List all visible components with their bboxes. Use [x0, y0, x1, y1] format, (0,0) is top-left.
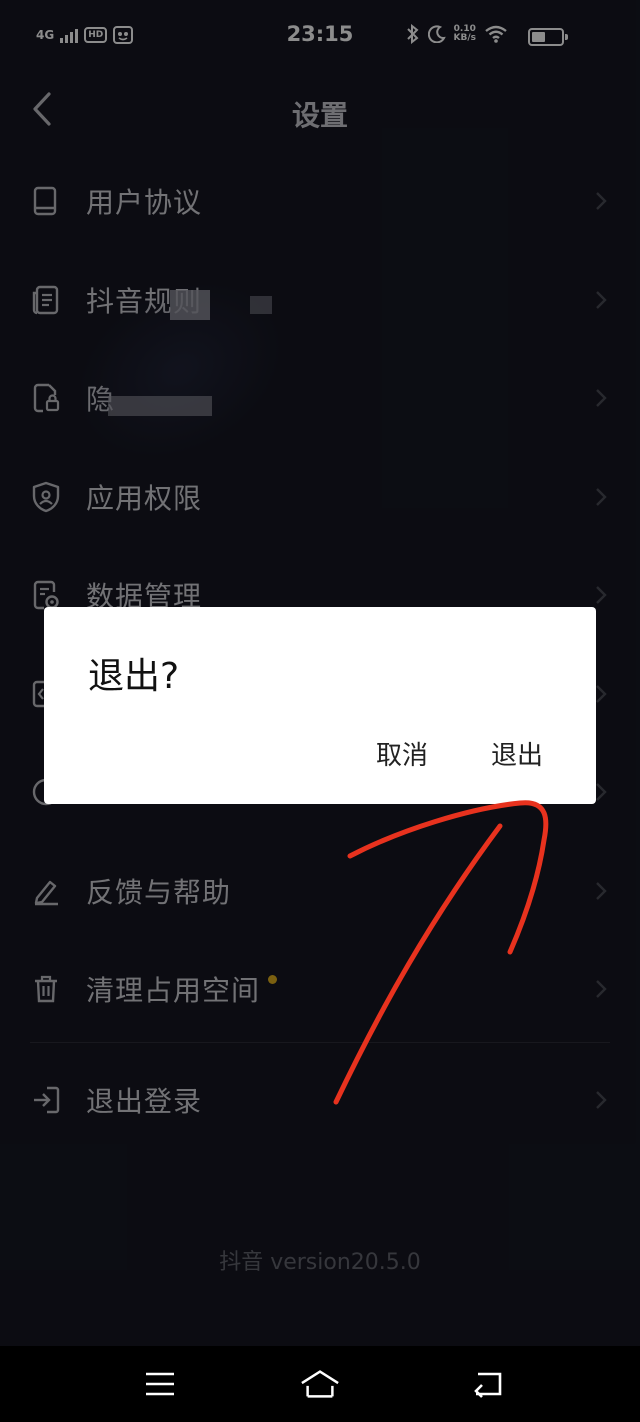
return-icon	[474, 1372, 502, 1398]
home-icon	[301, 1370, 339, 1398]
settings-screen: 4G HD 23:15 0.10 KB/s 设置 用户协议 应用权限 数据管理 …	[0, 0, 640, 1422]
menu-nav-button[interactable]	[140, 1364, 180, 1404]
navigation-bar	[0, 1346, 640, 1422]
home-nav-button[interactable]	[300, 1364, 340, 1404]
confirm-logout-button[interactable]: 退出	[489, 731, 545, 776]
menu-icon	[146, 1372, 174, 1396]
cancel-button[interactable]: 取消	[374, 731, 430, 776]
logout-confirm-dialog: 退出? 取消 退出	[44, 607, 596, 804]
back-nav-button[interactable]	[468, 1364, 508, 1404]
dialog-title: 退出?	[88, 656, 180, 697]
